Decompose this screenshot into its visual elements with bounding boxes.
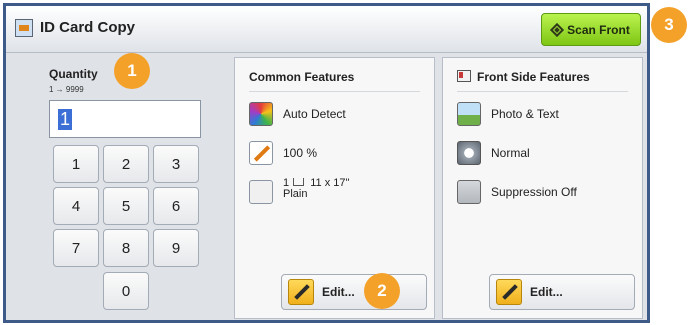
reduce-enlarge-label: 100 % bbox=[283, 146, 318, 160]
app-window: ID Card Copy Scan Front Quantity 1 → 999… bbox=[3, 3, 650, 323]
keypad-7[interactable]: 7 bbox=[53, 229, 99, 267]
quantity-value: 1 bbox=[58, 108, 73, 130]
front-side-title-text: Front Side Features bbox=[477, 70, 590, 84]
original-type-label: Photo & Text bbox=[491, 107, 559, 121]
callout-1: 1 bbox=[114, 53, 150, 89]
front-side-icon bbox=[457, 70, 471, 82]
common-edit-button[interactable]: Edit... bbox=[281, 274, 427, 310]
background-suppression-item[interactable]: Suppression Off bbox=[457, 180, 577, 204]
start-icon bbox=[550, 22, 565, 37]
quantity-input[interactable]: 1 bbox=[49, 100, 201, 138]
title-bar: ID Card Copy Scan Front bbox=[6, 6, 647, 53]
lighten-darken-item[interactable]: Normal bbox=[457, 141, 530, 165]
color-mode-item[interactable]: Auto Detect bbox=[249, 102, 346, 126]
scan-front-label: Scan Front bbox=[567, 22, 630, 37]
divider bbox=[457, 91, 628, 92]
reduce-enlarge-icon bbox=[249, 141, 273, 165]
keypad-5[interactable]: 5 bbox=[103, 187, 149, 225]
keypad-1[interactable]: 1 bbox=[53, 145, 99, 183]
divider bbox=[249, 91, 420, 92]
id-card-copy-icon bbox=[15, 19, 33, 37]
color-mode-icon bbox=[249, 102, 273, 126]
pencil-icon bbox=[496, 279, 522, 305]
front-side-panel: Front Side Features Photo & Text Normal … bbox=[442, 57, 643, 319]
keypad-8[interactable]: 8 bbox=[103, 229, 149, 267]
paper-supply-text: 1 11 x 17" Plain bbox=[283, 178, 349, 200]
paper-size: 11 x 17" bbox=[310, 177, 350, 189]
callout-2: 2 bbox=[364, 273, 400, 309]
color-mode-label: Auto Detect bbox=[283, 107, 346, 121]
quantity-range: 1 → 9999 bbox=[49, 85, 84, 94]
keypad-0[interactable]: 0 bbox=[103, 272, 149, 310]
common-features-title: Common Features bbox=[249, 70, 355, 84]
common-edit-label: Edit... bbox=[322, 285, 355, 299]
paper-tray-icon bbox=[293, 178, 305, 186]
paper-supply-icon bbox=[249, 180, 273, 204]
front-edit-label: Edit... bbox=[530, 285, 563, 299]
keypad-4[interactable]: 4 bbox=[53, 187, 99, 225]
pencil-icon bbox=[288, 279, 314, 305]
keypad-2[interactable]: 2 bbox=[103, 145, 149, 183]
background-suppression-icon bbox=[457, 180, 481, 204]
scan-front-button[interactable]: Scan Front bbox=[541, 13, 641, 46]
front-side-title: Front Side Features bbox=[457, 70, 590, 84]
lighten-darken-icon bbox=[457, 141, 481, 165]
photo-text-icon bbox=[457, 102, 481, 126]
common-features-panel: Common Features Auto Detect 100 % 1 11 x… bbox=[234, 57, 435, 319]
original-type-item[interactable]: Photo & Text bbox=[457, 102, 559, 126]
callout-3: 3 bbox=[651, 7, 687, 43]
quantity-label: Quantity bbox=[49, 67, 98, 81]
paper-supply-item[interactable]: 1 11 x 17" Plain bbox=[249, 178, 349, 204]
lighten-darken-label: Normal bbox=[491, 146, 530, 160]
background-suppression-label: Suppression Off bbox=[491, 185, 577, 199]
paper-type: Plain bbox=[283, 188, 308, 200]
front-edit-button[interactable]: Edit... bbox=[489, 274, 635, 310]
reduce-enlarge-item[interactable]: 100 % bbox=[249, 141, 317, 165]
page-title: ID Card Copy bbox=[40, 19, 136, 36]
keypad-3[interactable]: 3 bbox=[153, 145, 199, 183]
keypad-6[interactable]: 6 bbox=[153, 187, 199, 225]
keypad-9[interactable]: 9 bbox=[153, 229, 199, 267]
